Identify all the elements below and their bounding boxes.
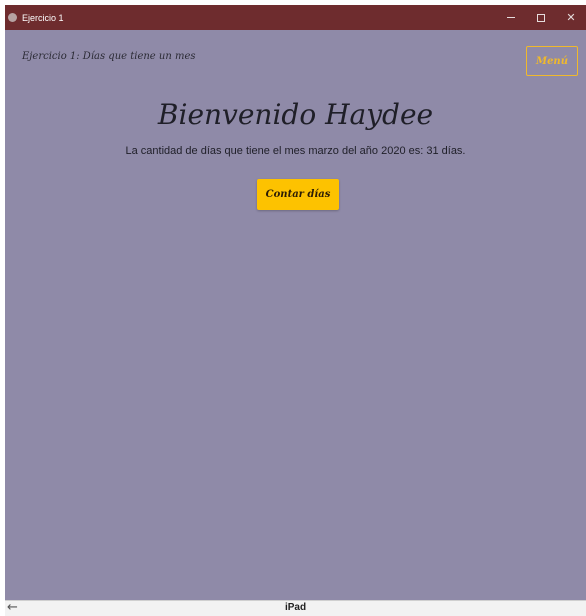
count-days-button[interactable]: Contar días	[257, 179, 339, 210]
maximize-icon	[537, 13, 545, 22]
window-title: Ejercicio 1	[22, 12, 64, 23]
menu-button[interactable]: Menú	[526, 46, 578, 76]
title-bar: Ejercicio 1 ✕	[5, 5, 586, 30]
result-message: La cantidad de días que tiene el mes mar…	[125, 145, 466, 157]
welcome-heading: Bienvenido Haydee	[157, 98, 434, 131]
app-icon	[8, 13, 17, 22]
minimize-icon	[507, 17, 515, 18]
close-button[interactable]: ✕	[556, 5, 586, 30]
main-content: Ejercicio 1: Días que tiene un mes Menú …	[5, 30, 586, 600]
device-bar: ← iPad	[5, 600, 586, 616]
page-header-label: Ejercicio 1: Días que tiene un mes	[22, 51, 196, 62]
maximize-button[interactable]	[526, 5, 556, 30]
device-label: iPad	[284, 602, 307, 613]
minimize-button[interactable]	[496, 5, 526, 30]
window-controls: ✕	[496, 5, 586, 30]
app-window: Ejercicio 1 ✕ Ejercicio 1: Días que tien…	[5, 5, 586, 616]
close-icon: ✕	[566, 11, 576, 24]
